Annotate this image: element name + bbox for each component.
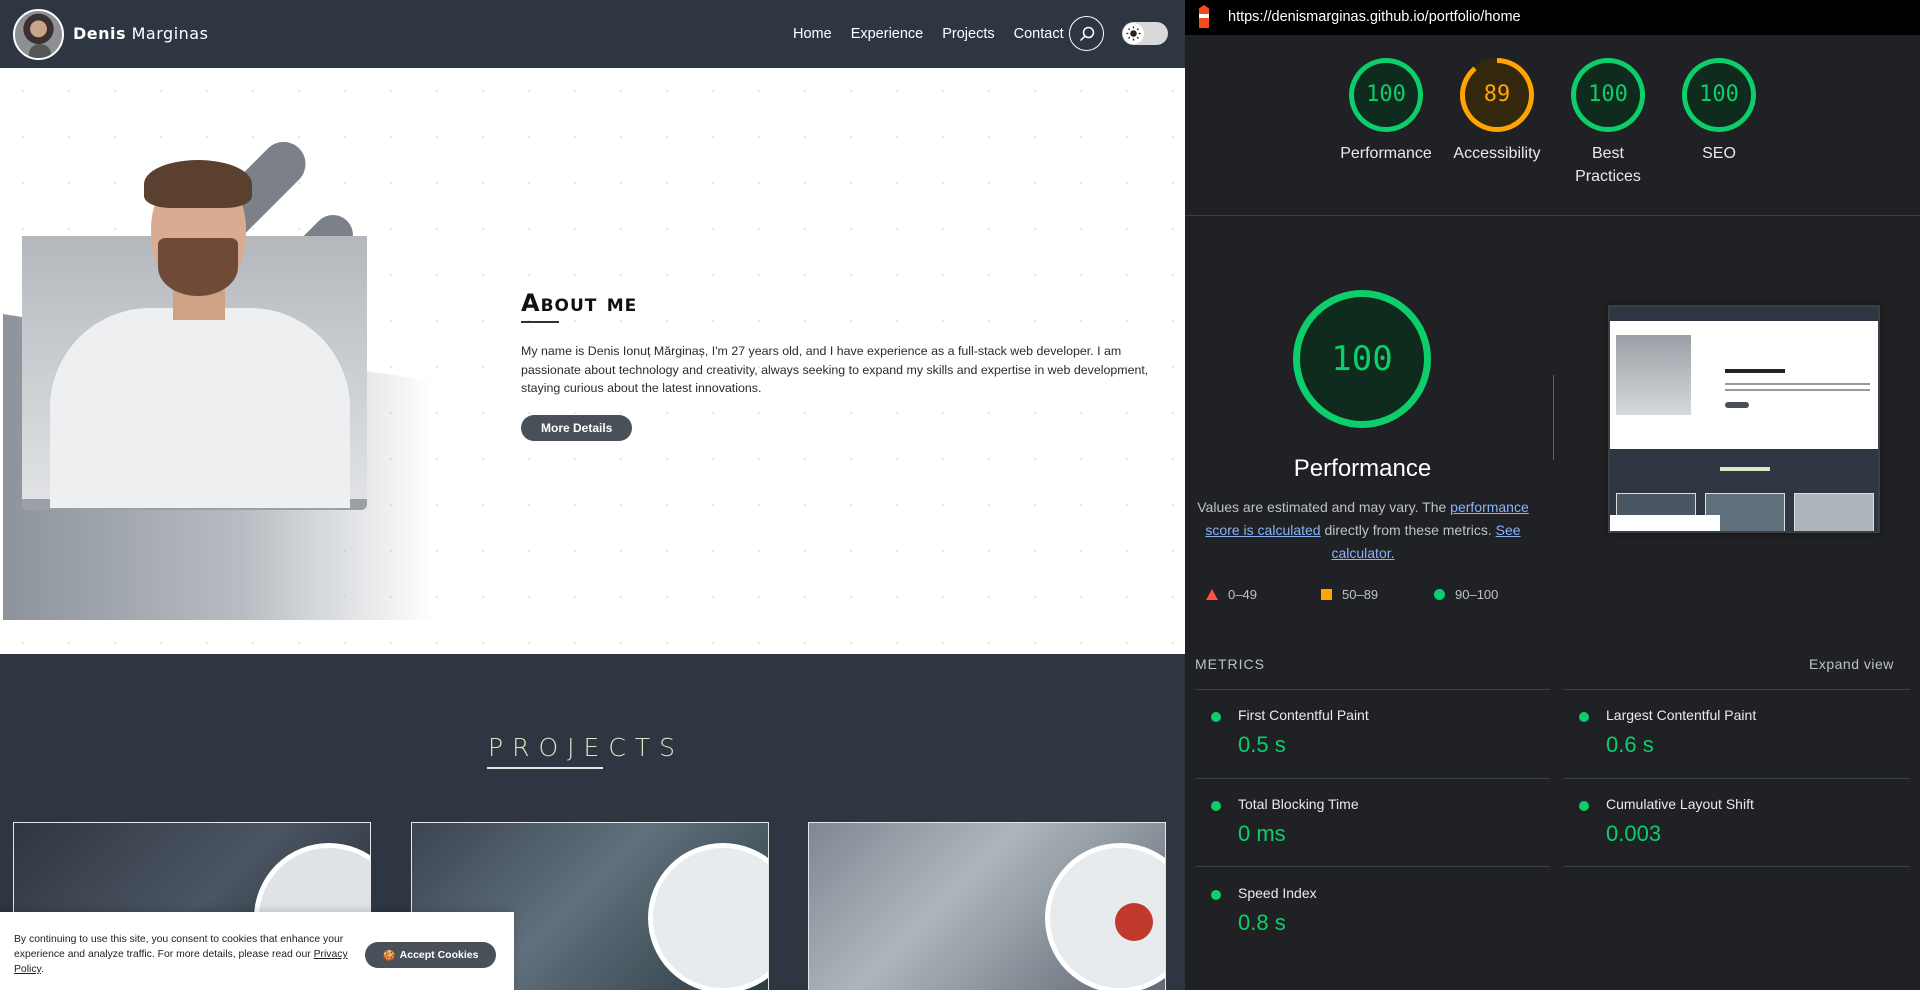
play-button-icon [1115,903,1153,941]
divider [1563,689,1910,690]
lighthouse-icon [1198,5,1210,28]
legend-fail: 0–49 [1206,587,1257,602]
about-title: About me [521,289,638,317]
legend-pass: 90–100 [1434,587,1498,602]
report-url-bar: https://denismarginas.github.io/portfoli… [1185,0,1920,35]
portfolio-site: Denis Marginas Home Experience Projects … [0,0,1185,990]
site-navbar: Denis Marginas Home Experience Projects … [0,0,1185,68]
nav-contact[interactable]: Contact [1014,26,1064,42]
pass-dot-icon [1211,801,1221,811]
nav-home[interactable]: Home [793,26,832,42]
report-url[interactable]: https://denismarginas.github.io/portfoli… [1228,9,1521,25]
gauge-ring: 89 [1460,58,1534,132]
main-menu: Home Experience Projects Contact [793,0,1083,68]
score-legend: 0–49 50–89 90–100 [1206,587,1536,607]
pass-dot-icon [1211,890,1221,900]
brand-first: Denis [73,24,127,43]
project-card[interactable] [808,822,1166,990]
theme-toggle[interactable] [1122,22,1168,45]
avatar[interactable] [13,9,64,60]
gauge-best-practices[interactable]: 100 Best Practices [1548,58,1668,188]
more-details-button[interactable]: More Details [521,414,633,441]
divider [1185,215,1920,216]
profile-photo [40,160,350,508]
gauge-accessibility[interactable]: 89 Accessibility [1437,58,1557,165]
brand-last: Marginas [131,24,209,43]
projects-underline [487,767,603,769]
gauge-seo[interactable]: 100 SEO [1659,58,1779,165]
nav-projects[interactable]: Projects [942,26,994,42]
accept-cookies-button[interactable]: 🍪 Accept Cookies [365,942,496,968]
pass-dot-icon [1579,801,1589,811]
performance-description: Values are estimated and may vary. The p… [1197,499,1529,561]
cookie-icon: 🍪 [382,949,396,962]
page-screenshot-thumbnail[interactable] [1608,305,1880,533]
divider [1563,778,1910,779]
about-content: About me My name is Denis Ionuț Mărginaș… [521,289,1171,441]
pass-dot-icon [1211,712,1221,722]
lighthouse-report: https://denismarginas.github.io/portfoli… [1185,0,1920,990]
square-icon [1321,589,1332,600]
divider [1563,866,1910,867]
megaphone-icon [648,843,768,990]
divider [1195,689,1550,690]
divider [1195,866,1550,867]
site-logo[interactable]: Denis Marginas [73,24,208,43]
search-icon [1079,26,1094,41]
performance-title: Performance [1293,455,1432,482]
performance-score-ring: 100 [1293,290,1431,428]
gauge-performance[interactable]: 100 Performance [1326,58,1446,165]
score-gauges: 100 Performance 89 Accessibility 100 Bes… [1185,58,1920,208]
expand-view-toggle[interactable]: Expand view [1809,656,1894,672]
nav-experience[interactable]: Experience [851,26,924,42]
about-section: About me My name is Denis Ionuț Mărginaș… [0,68,1185,654]
sun-icon [1123,23,1144,44]
projects-title: PROJECTS [488,733,684,762]
circle-icon [1434,589,1445,600]
gauge-ring: 100 [1349,58,1423,132]
search-button[interactable] [1069,16,1104,51]
metrics-header: METRICS [1195,656,1265,672]
cookie-text: By continuing to use this site, you cons… [14,934,348,975]
pass-dot-icon [1579,712,1589,722]
cookie-banner: By continuing to use this site, you cons… [0,912,514,990]
accept-cookies-label: Accept Cookies [399,949,479,961]
divider [1195,778,1550,779]
triangle-icon [1206,589,1218,600]
title-underline [521,321,559,323]
about-text: My name is Denis Ionuț Mărginaș, I'm 27 … [521,344,1149,395]
gauge-ring: 100 [1682,58,1756,132]
gauge-ring: 100 [1571,58,1645,132]
performance-score: 100 [1331,339,1393,379]
divider [1553,375,1554,460]
legend-average: 50–89 [1321,587,1378,602]
